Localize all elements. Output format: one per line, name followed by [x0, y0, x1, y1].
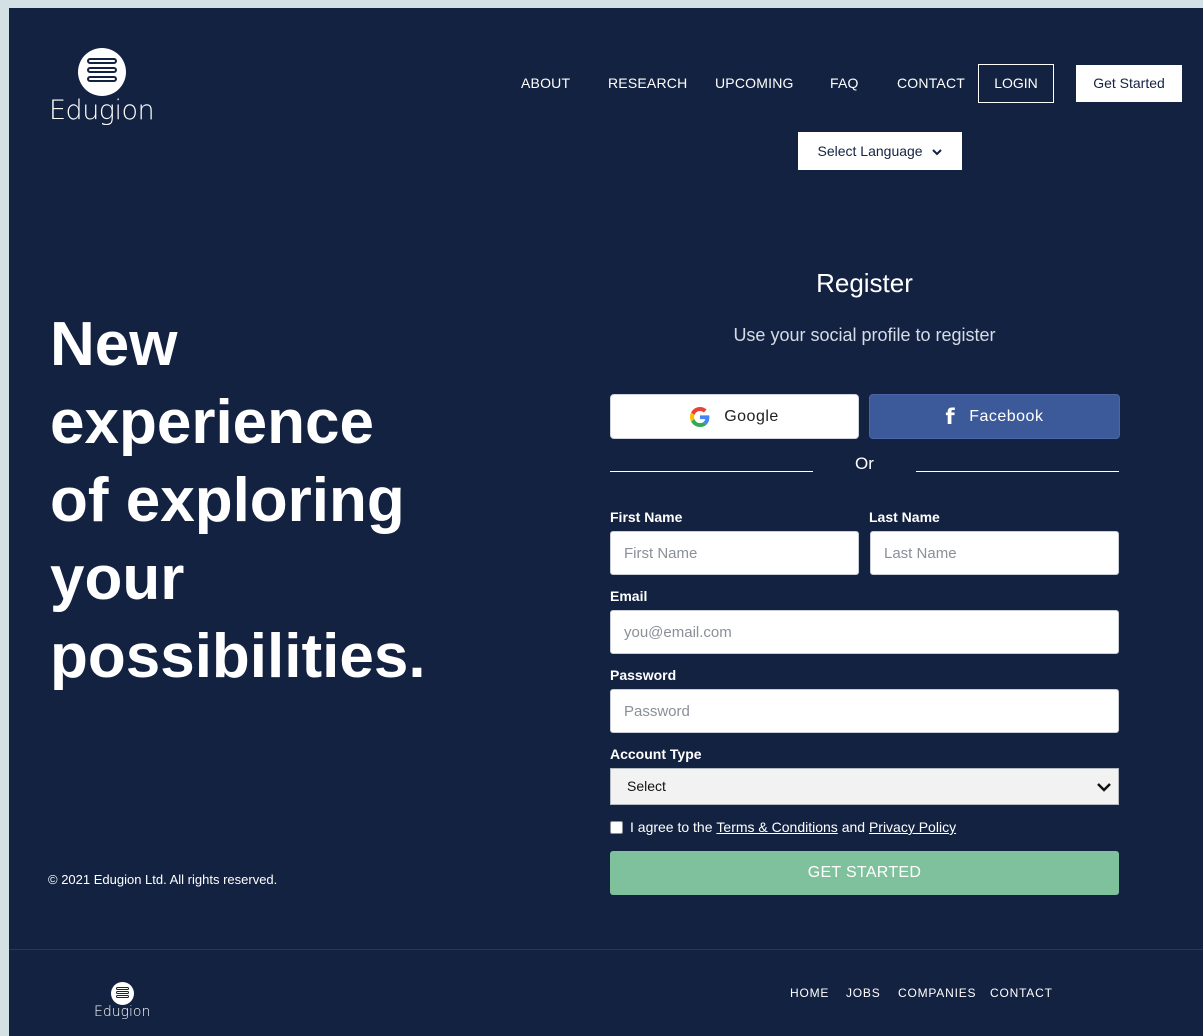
chevron-down-icon [1097, 783, 1111, 792]
hero-line: of exploring [50, 466, 405, 535]
language-select[interactable]: Select Language [798, 132, 962, 170]
chevron-down-icon [932, 149, 943, 156]
facebook-icon: f [945, 404, 956, 429]
hero-line: possibilities. [50, 622, 426, 691]
language-select-label: Select Language [817, 143, 923, 159]
books-icon [111, 982, 134, 1005]
copyright-text: © 2021 Edugion Ltd. All rights reserved. [48, 872, 278, 887]
account-type-select[interactable]: Select [610, 768, 1119, 805]
divider-left [610, 471, 813, 472]
footer-nav-jobs[interactable]: JOBS [846, 986, 881, 1000]
google-signin-label: Google [724, 407, 779, 425]
register-title: Register [816, 268, 913, 298]
hero-line: New [50, 310, 178, 379]
hero-line: your [50, 544, 185, 613]
get-started-button[interactable]: Get Started [1076, 65, 1182, 102]
account-type-label: Account Type [610, 746, 702, 762]
books-icon [78, 48, 126, 96]
footer-nav-home[interactable]: HOME [790, 986, 829, 1000]
nav-contact[interactable]: CONTACT [897, 64, 965, 102]
footer-divider [9, 949, 1203, 950]
facebook-signin-button[interactable]: f Facebook [869, 394, 1120, 439]
nav-faq[interactable]: FAQ [830, 64, 859, 102]
nav-research[interactable]: RESEARCH [608, 64, 687, 102]
brand-name: Edugion [49, 95, 155, 126]
hero-heading: New experience of exploring your possibi… [50, 306, 530, 696]
password-input[interactable] [610, 689, 1119, 733]
last-name-label: Last Name [869, 509, 940, 525]
footer-nav-companies[interactable]: COMPANIES [898, 986, 976, 1000]
nav-upcoming[interactable]: UPCOMING [715, 64, 794, 102]
page: Edugion ABOUT RESEARCH UPCOMING FAQ CONT… [9, 8, 1203, 1036]
facebook-signin-label: Facebook [969, 407, 1044, 425]
terms-link[interactable]: Terms & Conditions [716, 819, 837, 835]
google-signin-button[interactable]: Google [610, 394, 859, 439]
footer-logo[interactable]: Edugion [94, 982, 150, 1026]
footer-nav-contact[interactable]: CONTACT [990, 986, 1053, 1000]
first-name-label: First Name [610, 509, 683, 525]
login-button[interactable]: LOGIN [978, 64, 1054, 103]
google-icon [690, 406, 710, 427]
brand-logo[interactable]: Edugion [49, 48, 155, 130]
account-type-value: Select [627, 778, 666, 794]
terms-agreement: I agree to the Terms & Conditions and Pr… [610, 819, 956, 835]
nav-about[interactable]: ABOUT [521, 64, 570, 102]
password-label: Password [610, 667, 677, 683]
register-subtitle: Use your social profile to register [733, 325, 996, 345]
first-name-input[interactable] [610, 531, 859, 575]
divider-right [916, 471, 1119, 472]
email-label: Email [610, 588, 648, 604]
privacy-link[interactable]: Privacy Policy [869, 819, 956, 835]
get-started-submit-button[interactable]: GET STARTED [610, 851, 1119, 895]
last-name-input[interactable] [870, 531, 1119, 575]
or-divider-label: Or [855, 454, 874, 473]
email-input[interactable] [610, 610, 1119, 654]
hero-line: experience [50, 388, 374, 457]
agree-and: and [841, 819, 866, 835]
agree-prefix: I agree to the [630, 819, 713, 835]
footer-brand-name: Edugion [94, 1004, 151, 1020]
terms-checkbox[interactable] [610, 820, 623, 834]
